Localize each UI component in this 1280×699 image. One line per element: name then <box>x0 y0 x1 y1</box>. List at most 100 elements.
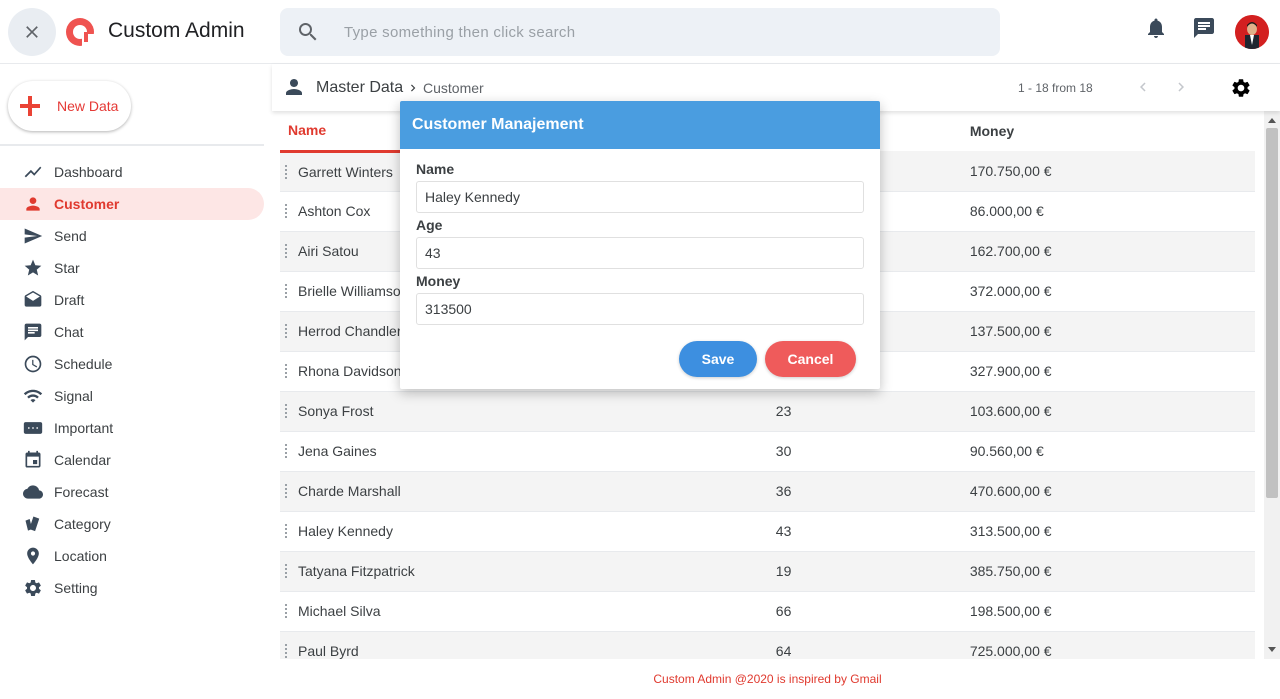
send-icon <box>22 225 44 247</box>
breadcrumb-root[interactable]: Master Data <box>316 79 403 97</box>
cell-age: 36 <box>472 471 970 512</box>
cell-age: 43 <box>472 511 970 552</box>
clock-icon <box>22 353 44 375</box>
close-icon <box>26 26 38 38</box>
cell-money: 90.560,00 € <box>969 431 1255 472</box>
label-important-icon <box>22 417 44 439</box>
cell-name: Charde Marshall <box>280 471 473 512</box>
notification-bell-icon[interactable] <box>1144 16 1168 40</box>
cell-age: 64 <box>472 631 970 659</box>
table-row[interactable]: Tatyana Fitzpatrick 19 385.750,00 € <box>280 551 1255 592</box>
messages-icon[interactable] <box>1192 16 1216 40</box>
name-label: Name <box>416 161 455 177</box>
cell-name: Haley Kennedy <box>280 511 473 552</box>
cell-money: 470.600,00 € <box>969 471 1255 512</box>
new-data-label: New Data <box>57 98 119 114</box>
dialog-title: Customer Manajement <box>412 116 584 133</box>
chat-icon <box>22 321 44 343</box>
cell-money: 385.750,00 € <box>969 551 1255 592</box>
cell-name: Tatyana Fitzpatrick <box>280 551 473 592</box>
sidebar-item-customer[interactable]: Customer <box>0 188 264 220</box>
table-row[interactable]: Haley Kennedy 43 313.500,00 € <box>280 511 1255 552</box>
sidebar-item-schedule[interactable]: Schedule <box>0 348 264 380</box>
sidebar-item-label: Category <box>54 516 111 532</box>
table-row[interactable]: Michael Silva 66 198.500,00 € <box>280 591 1255 632</box>
save-button[interactable]: Save <box>679 341 757 377</box>
sidebar-item-calendar[interactable]: Calendar <box>0 444 264 476</box>
cell-money: 162.700,00 € <box>969 231 1255 272</box>
chevron-right-icon <box>411 84 416 92</box>
chevron-right-icon[interactable] <box>1172 78 1190 96</box>
cell-age: 19 <box>472 551 970 592</box>
person-icon <box>286 79 302 95</box>
table-row[interactable]: Sonya Frost 23 103.600,00 € <box>280 391 1255 432</box>
scroll-up-arrow-icon[interactable] <box>1268 118 1276 123</box>
sidebar-item-signal[interactable]: Signal <box>0 380 264 412</box>
cancel-button[interactable]: Cancel <box>765 341 856 377</box>
new-data-button[interactable]: New Data <box>8 81 131 131</box>
pagination-info: 1 - 18 from 18 <box>1018 81 1093 95</box>
location-pin-icon <box>22 545 44 567</box>
sidebar-item-category[interactable]: Category <box>0 508 264 540</box>
cell-age: 23 <box>472 391 970 432</box>
table-row[interactable]: Charde Marshall 36 470.600,00 € <box>280 471 1255 512</box>
dialog-header: Customer Manajement <box>400 101 880 149</box>
sidebar-item-dashboard[interactable]: Dashboard <box>0 156 264 188</box>
sidebar-item-send[interactable]: Send <box>0 220 264 252</box>
age-field[interactable] <box>416 237 864 269</box>
cell-money: 86.000,00 € <box>969 191 1255 232</box>
sidebar-item-star[interactable]: Star <box>0 252 264 284</box>
scroll-down-arrow-icon[interactable] <box>1268 647 1276 652</box>
sidebar-item-label: Important <box>54 420 114 436</box>
sidebar-item-label: Signal <box>54 388 93 404</box>
close-menu-button[interactable] <box>8 8 56 56</box>
sidebar-item-important[interactable]: Important <box>0 412 264 444</box>
search-input[interactable] <box>344 20 964 44</box>
app-logo-icon <box>66 18 94 46</box>
sidebar-item-chat[interactable]: Chat <box>0 316 264 348</box>
top-bar: Custom Admin <box>0 0 1280 64</box>
sidebar-item-label: Send <box>54 228 87 244</box>
chevron-left-icon[interactable] <box>1134 78 1152 96</box>
money-label: Money <box>416 273 461 289</box>
sidebar-item-label: Location <box>54 548 107 564</box>
user-avatar[interactable] <box>1235 15 1269 49</box>
table-row[interactable]: Jena Gaines 30 90.560,00 € <box>280 431 1255 472</box>
cell-money: 198.500,00 € <box>969 591 1255 632</box>
drafts-icon <box>22 289 44 311</box>
plus-icon <box>20 96 40 116</box>
table-row[interactable]: Paul Byrd 64 725.000,00 € <box>280 631 1255 659</box>
cell-money: 372.000,00 € <box>969 271 1255 312</box>
search-icon[interactable] <box>296 20 320 44</box>
sidebar-nav: Dashboard Customer Send Star Draft Chat … <box>0 156 264 604</box>
cloud-icon <box>22 481 44 503</box>
footer-text: Custom Admin @2020 is inspired by Gmail <box>653 672 882 686</box>
gear-icon[interactable] <box>1230 77 1252 99</box>
trending-line-icon <box>22 161 44 183</box>
wifi-icon <box>22 385 44 407</box>
customer-dialog: Customer Manajement Name Age Money Save … <box>400 101 880 389</box>
scrollbar-thumb[interactable] <box>1266 128 1278 498</box>
sidebar-item-draft[interactable]: Draft <box>0 284 264 316</box>
age-label: Age <box>416 217 443 233</box>
column-header-money[interactable]: Money <box>970 111 1255 151</box>
sidebar-item-location[interactable]: Location <box>0 540 264 572</box>
sidebar-item-label: Setting <box>54 580 98 596</box>
name-field[interactable] <box>416 181 864 213</box>
money-field[interactable] <box>416 293 864 325</box>
sidebar-item-label: Chat <box>54 324 84 340</box>
search-bar <box>280 8 1000 56</box>
sidebar-divider <box>0 144 264 146</box>
sidebar-item-label: Forecast <box>54 484 109 500</box>
cell-name: Sonya Frost <box>280 391 473 432</box>
cell-age: 30 <box>472 431 970 472</box>
person-icon <box>22 193 44 215</box>
sidebar-item-label: Customer <box>54 196 120 212</box>
cell-money: 725.000,00 € <box>969 631 1255 659</box>
sidebar-item-setting[interactable]: Setting <box>0 572 264 604</box>
sidebar-item-forecast[interactable]: Forecast <box>0 476 264 508</box>
cell-name: Jena Gaines <box>280 431 473 472</box>
cell-money: 313.500,00 € <box>969 511 1255 552</box>
cell-age: 66 <box>472 591 970 632</box>
app-title: Custom Admin <box>108 19 245 42</box>
